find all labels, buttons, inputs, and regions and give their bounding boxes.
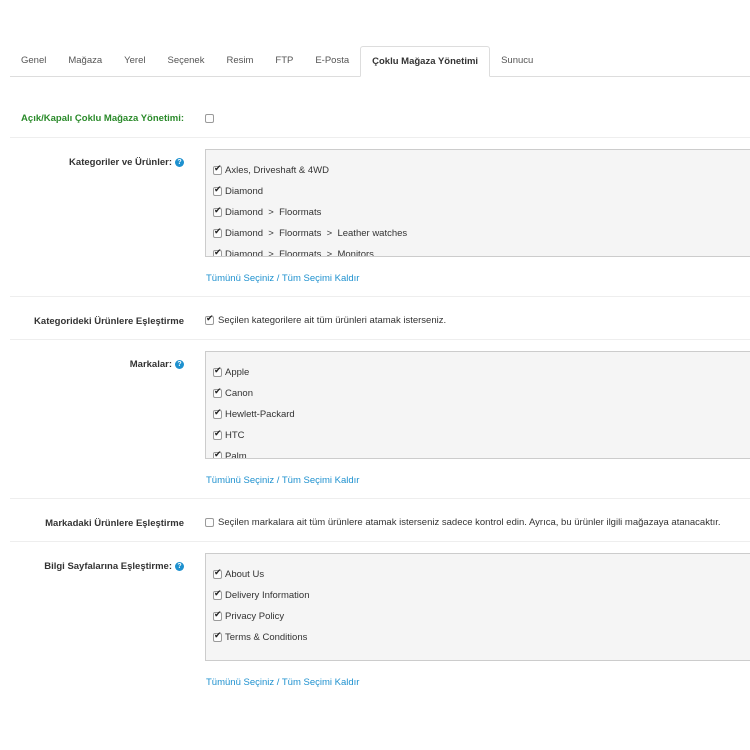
tab-eposta[interactable]: E-Posta bbox=[304, 46, 360, 76]
checkbox[interactable] bbox=[213, 366, 222, 377]
info-page-item[interactable]: Terms & Conditions bbox=[213, 631, 308, 643]
category-item[interactable]: Diamond > Floormats bbox=[213, 206, 322, 218]
tab-coklu-magaza[interactable]: Çoklu Mağaza Yönetimi bbox=[360, 46, 491, 77]
tab-yerel[interactable]: Yerel bbox=[113, 46, 156, 76]
question-circle-icon[interactable]: ? bbox=[175, 158, 184, 167]
brand-item[interactable]: Palm bbox=[213, 450, 247, 459]
category-products-option[interactable]: Seçilen kategorilere ait tüm ürünleri at… bbox=[205, 314, 447, 326]
category-products-label-text: Kategorideki Ürünlere Eşleştirme bbox=[34, 316, 184, 327]
checkbox[interactable] bbox=[213, 185, 222, 196]
checkbox[interactable] bbox=[213, 429, 222, 440]
brand-item-label: Canon bbox=[225, 388, 253, 399]
category-item-label: Diamond > Floormats bbox=[225, 207, 322, 218]
brand-item-label: HTC bbox=[225, 430, 245, 441]
multistore-toggle-checkbox[interactable] bbox=[205, 114, 214, 123]
deselect-all-link[interactable]: Tüm Seçimi Kaldır bbox=[282, 475, 360, 486]
category-item-label: Diamond > Floormats > Leather watches bbox=[225, 228, 408, 239]
checkbox[interactable] bbox=[213, 206, 222, 217]
checkbox[interactable] bbox=[213, 631, 222, 642]
brands-list[interactable]: Apple Canon Hewlett-Packard HTC Palm bbox=[205, 351, 750, 459]
info-page-item-label: Delivery Information bbox=[225, 590, 310, 601]
checkbox[interactable] bbox=[213, 227, 222, 238]
brand-products-checkbox[interactable] bbox=[205, 518, 214, 527]
tab-bar: Genel Mağaza Yerel Seçenek Resim FTP E-P… bbox=[10, 46, 750, 77]
categories-label: Kategoriler ve Ürünler: ? bbox=[69, 157, 184, 168]
question-circle-icon[interactable]: ? bbox=[175, 562, 184, 571]
deselect-all-link[interactable]: Tüm Seçimi Kaldır bbox=[282, 273, 360, 284]
divider bbox=[10, 137, 750, 138]
brands-select-links: Tümünü Seçiniz / Tüm Seçimi Kaldır bbox=[206, 475, 359, 486]
multistore-toggle-label: Açık/Kapalı Çoklu Mağaza Yönetimi: bbox=[21, 113, 184, 124]
multistore-toggle-label-text: Açık/Kapalı Çoklu Mağaza Yönetimi: bbox=[21, 113, 184, 124]
checkbox[interactable] bbox=[213, 387, 222, 398]
tab-secenek[interactable]: Seçenek bbox=[156, 46, 215, 76]
tab-resim[interactable]: Resim bbox=[215, 46, 264, 76]
categories-list[interactable]: Axles, Driveshaft & 4WD Diamond Diamond … bbox=[205, 149, 750, 257]
brand-products-label-text: Markadaki Ürünlere Eşleştirme bbox=[45, 518, 184, 529]
categories-label-text: Kategoriler ve Ürünler: bbox=[69, 157, 172, 168]
brand-item-label: Hewlett-Packard bbox=[225, 409, 295, 420]
category-item-label: Diamond bbox=[225, 186, 264, 197]
select-all-link[interactable]: Tümünü Seçiniz bbox=[206, 475, 274, 486]
deselect-all-link[interactable]: Tüm Seçimi Kaldır bbox=[282, 677, 360, 688]
brand-item[interactable]: Apple bbox=[213, 366, 250, 378]
categories-select-links: Tümünü Seçiniz / Tüm Seçimi Kaldır bbox=[206, 273, 359, 284]
category-item[interactable]: Axles, Driveshaft & 4WD bbox=[213, 164, 329, 176]
category-products-checkbox[interactable] bbox=[205, 314, 214, 325]
info-pages-label-text: Bilgi Sayfalarına Eşleştirme: bbox=[44, 561, 172, 572]
brands-label: Markalar: ? bbox=[130, 359, 184, 370]
info-pages-list[interactable]: About Us Delivery Information Privacy Po… bbox=[205, 553, 750, 661]
category-item[interactable]: Diamond bbox=[213, 185, 264, 197]
tab-sunucu[interactable]: Sunucu bbox=[490, 46, 544, 76]
checkbox[interactable] bbox=[213, 450, 222, 458]
category-item[interactable]: Diamond > Floormats > Monitors bbox=[213, 248, 374, 257]
divider bbox=[10, 296, 750, 297]
brand-products-text: Seçilen markalara ait tüm ürünlere atama… bbox=[218, 517, 721, 528]
brand-products-label: Markadaki Ürünlere Eşleştirme bbox=[45, 518, 184, 529]
brand-item[interactable]: Hewlett-Packard bbox=[213, 408, 295, 420]
info-page-item[interactable]: Delivery Information bbox=[213, 589, 310, 601]
link-separator: / bbox=[274, 475, 282, 486]
brand-item[interactable]: Canon bbox=[213, 387, 253, 399]
info-page-item-label: Terms & Conditions bbox=[225, 632, 308, 643]
info-page-item[interactable]: Privacy Policy bbox=[213, 610, 285, 622]
select-all-link[interactable]: Tümünü Seçiniz bbox=[206, 677, 274, 688]
info-page-item-label: Privacy Policy bbox=[225, 611, 285, 622]
info-page-item[interactable]: About Us bbox=[213, 568, 265, 580]
tab-magaza[interactable]: Mağaza bbox=[57, 46, 113, 76]
link-separator: / bbox=[274, 273, 282, 284]
link-separator: / bbox=[274, 677, 282, 688]
category-item-label: Axles, Driveshaft & 4WD bbox=[225, 165, 329, 176]
category-item-label: Diamond > Floormats > Monitors bbox=[225, 249, 374, 257]
checkbox[interactable] bbox=[213, 408, 222, 419]
info-pages-label: Bilgi Sayfalarına Eşleştirme: ? bbox=[44, 561, 184, 572]
brand-item-label: Apple bbox=[225, 367, 250, 378]
brands-label-text: Markalar: bbox=[129, 359, 172, 370]
select-all-link[interactable]: Tümünü Seçiniz bbox=[206, 273, 274, 284]
info-pages-select-links: Tümünü Seçiniz / Tüm Seçimi Kaldır bbox=[206, 677, 359, 688]
brand-item-label: Palm bbox=[225, 451, 247, 459]
question-circle-icon[interactable]: ? bbox=[175, 360, 184, 369]
checkbox[interactable] bbox=[213, 568, 222, 579]
checkbox[interactable] bbox=[213, 248, 222, 256]
checkbox[interactable] bbox=[213, 589, 222, 600]
brand-products-option[interactable]: Seçilen markalara ait tüm ürünlere atama… bbox=[205, 517, 721, 528]
info-page-item-label: About Us bbox=[225, 569, 265, 580]
tab-ftp[interactable]: FTP bbox=[264, 46, 304, 76]
divider bbox=[10, 498, 750, 499]
checkbox[interactable] bbox=[213, 164, 222, 175]
divider bbox=[10, 339, 750, 340]
brand-item[interactable]: HTC bbox=[213, 429, 245, 441]
tab-genel[interactable]: Genel bbox=[10, 46, 57, 76]
category-item[interactable]: Diamond > Floormats > Leather watches bbox=[213, 227, 408, 239]
category-products-text: Seçilen kategorilere ait tüm ürünleri at… bbox=[218, 315, 447, 326]
category-products-label: Kategorideki Ürünlere Eşleştirme bbox=[34, 316, 184, 327]
checkbox[interactable] bbox=[213, 610, 222, 621]
divider bbox=[10, 541, 750, 542]
